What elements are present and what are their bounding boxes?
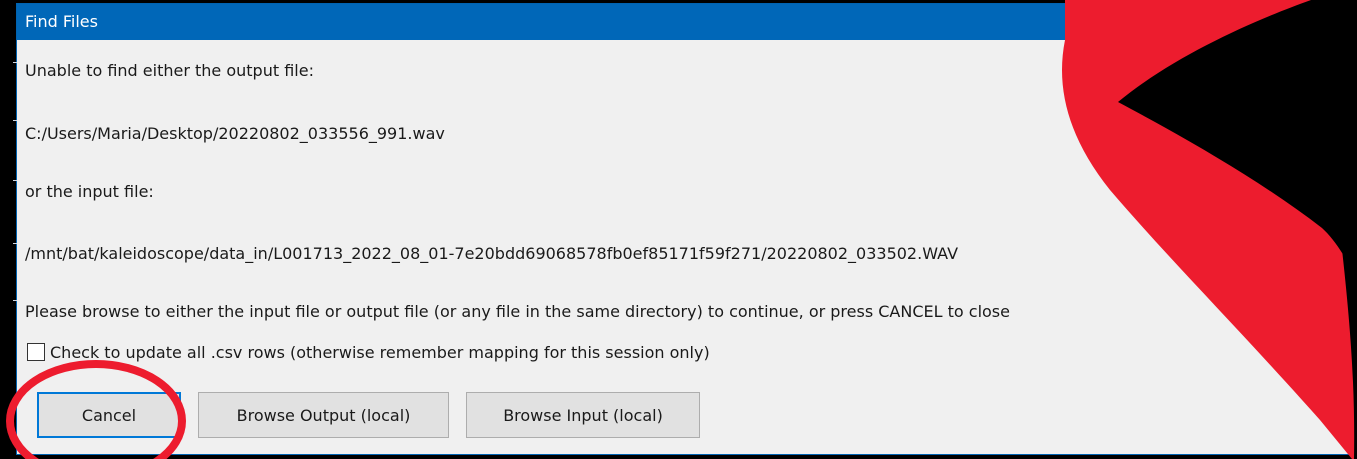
message-input-heading: or the input file: <box>25 182 154 201</box>
browse-input-button[interactable]: Browse Input (local) <box>466 392 700 438</box>
browse-output-button[interactable]: Browse Output (local) <box>198 392 449 438</box>
dialog-title-bar[interactable]: Find Files <box>17 4 1356 40</box>
find-files-dialog: Find Files Unable to find either the out… <box>16 3 1357 455</box>
output-file-path: C:/Users/Maria/Desktop/20220802_033556_9… <box>25 124 445 143</box>
update-csv-checkbox[interactable] <box>27 343 45 361</box>
update-csv-checkbox-row[interactable]: Check to update all .csv rows (otherwise… <box>27 341 710 363</box>
update-csv-checkbox-label[interactable]: Check to update all .csv rows (otherwise… <box>50 343 710 362</box>
input-file-path: /mnt/bat/kaleidoscope/data_in/L001713_20… <box>25 244 959 263</box>
cancel-button[interactable]: Cancel <box>37 392 181 438</box>
message-output-heading: Unable to find either the output file: <box>25 61 314 80</box>
instruction-text: Please browse to either the input file o… <box>25 302 1010 321</box>
dialog-title: Find Files <box>25 12 98 31</box>
